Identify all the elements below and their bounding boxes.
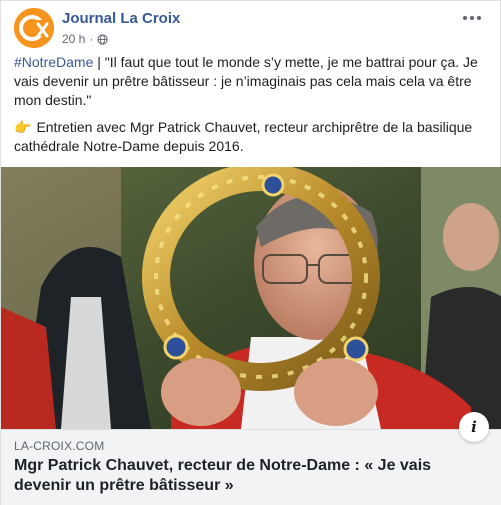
info-button[interactable]: i [459, 412, 489, 442]
page-name-link[interactable]: Journal La Croix [62, 10, 180, 27]
post-intro-paragraph: 👉 Entretien avec Mgr Patrick Chauvet, rec… [14, 118, 492, 156]
la-croix-logo-icon [14, 8, 54, 48]
link-preview[interactable]: i LA-CROIX.COM Mgr Patrick Chauvet, rect… [1, 412, 501, 505]
post-timestamp[interactable]: 20 h [62, 32, 85, 46]
more-options-icon [463, 16, 467, 20]
post-photo[interactable] [1, 167, 501, 429]
post-text: #NotreDame | "Il faut que tout le monde … [14, 53, 492, 156]
post-meta: 20 h · [62, 32, 108, 46]
more-options-button[interactable] [458, 9, 486, 27]
link-domain: LA-CROIX.COM [14, 439, 105, 453]
link-title[interactable]: Mgr Patrick Chauvet, recteur de Notre-Da… [14, 456, 474, 496]
more-options-dot [470, 16, 474, 20]
hashtag-link[interactable]: #NotreDame [14, 54, 93, 70]
more-options-dot [477, 16, 481, 20]
post-intro-text: Entretien avec Mgr Patrick Chauvet, rect… [14, 119, 473, 154]
meta-separator: · [89, 32, 94, 46]
page-avatar[interactable] [14, 8, 54, 48]
pointing-hand-icon: 👉 [14, 119, 32, 135]
globe-icon [97, 33, 108, 45]
facebook-post: Journal La Croix 20 h · #NotreDame | "Il… [0, 0, 501, 505]
crown-of-thorns-photo [1, 167, 501, 429]
post-quote-paragraph: #NotreDame | "Il faut que tout le monde … [14, 53, 492, 110]
